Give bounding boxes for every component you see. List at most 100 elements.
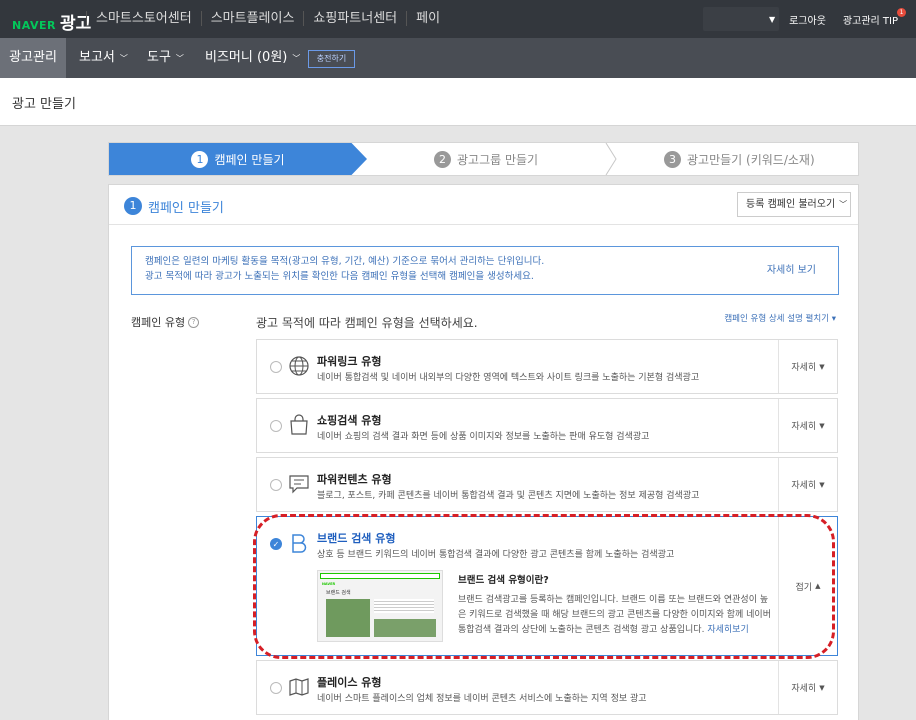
campaign-type-label: 캠페인 유형 ? <box>131 314 200 330</box>
brand-search-collapse-toggle[interactable]: 접기 ▲ <box>778 517 837 655</box>
naver-logo-text: NAVER <box>12 19 56 32</box>
step-2-number: 2 <box>434 150 451 168</box>
top-nav-shopping-partner[interactable]: 쇼핑파트너센터 <box>303 11 406 26</box>
campaign-panel: 1 캠페인 만들기 등록 캠페인 불러오기 ﹀ 캠페인은 일련의 마케팅 활동을 … <box>108 184 859 720</box>
preview-search-bar: NAVER <box>320 573 440 586</box>
chevron-down-icon: ﹀ <box>175 54 184 63</box>
top-nav: 스마트스토어센터 스마트플레이스 쇼핑파트너센터 페이 <box>86 11 449 26</box>
info-line-2: 광고 목적에 따라 광고가 노출되는 위치를 확인한 다음 캠페인 유형을 선택… <box>145 271 534 282</box>
preview-title: 브랜드 검색 <box>326 590 351 596</box>
brand-detail-more-link[interactable]: 자세히보기 <box>707 625 748 635</box>
step-3-ads: 3 광고만들기 (키워드/소재) <box>664 143 815 175</box>
help-icon[interactable]: ? <box>188 316 200 328</box>
brand-detail-line-1: 브랜드 검색광고를 등록하는 캠페인입니다. 브랜드 이름 또는 브랜드와 연관… <box>458 595 769 605</box>
panel-step-number: 1 <box>124 197 142 215</box>
powerlink-title: 파워링크 유형 <box>317 355 382 368</box>
shopping-more-toggle[interactable]: 자세히 ▼ <box>778 399 837 452</box>
chat-content-icon <box>289 475 309 494</box>
globe-icon <box>289 356 309 376</box>
step-1-label: 캠페인 만들기 <box>214 152 285 167</box>
powerlink-more-toggle[interactable]: 자세히 ▼ <box>778 340 837 393</box>
brand-detail-heading: 브랜드 검색 유형이란? <box>458 575 549 586</box>
info-box: 캠페인은 일련의 마케팅 활동을 목적(광고의 유형, 기간, 예산) 기준으로… <box>131 246 839 295</box>
radio-shopping[interactable] <box>270 420 282 432</box>
caret-up-icon: ▲ <box>815 582 821 590</box>
powerlink-desc: 네이버 통합검색 및 네이버 내외부의 다양한 영역에 텍스트와 사이트 링크를… <box>317 373 700 383</box>
shopping-desc: 네이버 쇼핑의 검색 결과 화면 등에 상품 이미지와 정보를 노출하는 판매 … <box>317 432 650 442</box>
top-nav-pay[interactable]: 페이 <box>406 11 449 26</box>
powercontents-more-label: 자세히 <box>791 481 817 491</box>
preview-text-lines <box>374 599 434 613</box>
map-icon <box>289 678 309 696</box>
powerlink-more-label: 자세히 <box>791 363 817 373</box>
info-more-link[interactable]: 자세히 보기 <box>767 263 816 278</box>
step-separator-icon <box>605 143 617 175</box>
main-nav: 광고관리 보고서 ﹀ 도구 ﹀ 비즈머니 (0원) ﹀ <box>0 38 916 78</box>
load-campaign-label: 등록 캠페인 불러오기 <box>746 199 836 210</box>
nav-ad-management-label: 광고관리 <box>9 50 57 65</box>
tip-badge: 1 <box>897 8 906 17</box>
nav-reports-label: 보고서 <box>79 50 115 65</box>
chevron-down-icon: ﹀ <box>292 54 301 63</box>
place-title: 플레이스 유형 <box>317 676 382 689</box>
preview-sub-photos <box>374 619 436 637</box>
top-nav-smartstore[interactable]: 스마트스토어센터 <box>86 11 201 26</box>
brand-search-desc: 상호 등 브랜드 키워드의 네이버 통합검색 결과에 다양한 광고 콘텐츠를 함… <box>317 550 675 560</box>
caret-down-icon: ▼ <box>819 362 825 371</box>
charge-button[interactable]: 충전하기 <box>308 50 355 68</box>
top-right-menu: ▼ 로그아웃 광고관리 TIP 1 <box>769 8 906 27</box>
campaign-type-label-text: 캠페인 유형 <box>131 316 186 329</box>
panel-title: 캠페인 만들기 <box>148 201 224 216</box>
ad-tip-link[interactable]: 광고관리 TIP <box>843 12 898 27</box>
shopping-bag-icon <box>290 414 308 435</box>
step-1-number: 1 <box>191 150 209 168</box>
shopping-title: 쇼핑검색 유형 <box>317 414 382 427</box>
naver-ad-logo[interactable]: NAVER 광고 <box>12 9 91 34</box>
nav-tools[interactable]: 도구 ﹀ <box>147 38 184 78</box>
radio-powerlink[interactable] <box>270 361 282 373</box>
nav-ad-management[interactable]: 광고관리 <box>0 38 66 78</box>
type-detail-toggle-label: 캠페인 유형 상세 설명 펼치기 <box>724 314 830 324</box>
brand-search-title: 브랜드 검색 유형 <box>317 532 396 545</box>
top-bar: NAVER 광고 스마트스토어센터 스마트플레이스 쇼핑파트너센터 페이 ▼ 로… <box>0 0 916 38</box>
brand-detail-line-3: 통합검색 결과의 상단에 노출하는 콘텐츠 검색형 광고 상품입니다. <box>458 625 705 635</box>
chevron-down-icon: ﹀ <box>119 54 128 63</box>
campaign-type-brand-search[interactable]: ✓ 브랜드 검색 유형 상호 등 브랜드 키워드의 네이버 통합검색 결과에 다… <box>256 516 838 656</box>
load-campaign-dropdown[interactable]: 등록 캠페인 불러오기 ﹀ <box>737 192 851 217</box>
nav-bizmoney-label: 비즈머니 (0원) <box>205 50 288 65</box>
powercontents-title: 파워컨텐츠 유형 <box>317 473 392 486</box>
place-more-label: 자세히 <box>791 684 817 694</box>
info-line-1: 캠페인은 일련의 마케팅 활동을 목적(광고의 유형, 기간, 예산) 기준으로… <box>145 256 545 267</box>
step-2-adgroup: 2 광고그룹 만들기 <box>434 143 538 175</box>
nav-bizmoney[interactable]: 비즈머니 (0원) ﹀ <box>205 38 300 78</box>
type-detail-toggle[interactable]: 캠페인 유형 상세 설명 펼치기 ▾ <box>724 312 836 324</box>
account-chevron-icon[interactable]: ▼ <box>769 15 775 24</box>
brand-search-detail: 브랜드 검색 유형이란? 브랜드 검색광고를 등록하는 캠페인입니다. 브랜드 … <box>458 573 778 638</box>
step-3-number: 3 <box>664 150 681 168</box>
top-nav-smartplace[interactable]: 스마트플레이스 <box>200 11 304 26</box>
caret-down-icon: ▾ <box>831 314 836 324</box>
brand-search-preview-image: NAVER 브랜드 검색 <box>317 570 443 642</box>
place-more-toggle[interactable]: 자세히 ▼ <box>778 661 837 714</box>
nav-tools-label: 도구 <box>147 50 171 65</box>
brand-b-icon <box>292 534 307 553</box>
campaign-type-shopping[interactable]: 쇼핑검색 유형 네이버 쇼핑의 검색 결과 화면 등에 상품 이미지와 정보를 … <box>256 398 838 453</box>
step-indicator: 1 캠페인 만들기 2 광고그룹 만들기 3 광고만들기 (키워드/소재) <box>108 142 859 176</box>
radio-place[interactable] <box>270 682 282 694</box>
chevron-down-icon: ﹀ <box>839 200 848 209</box>
caret-down-icon: ▼ <box>819 421 825 430</box>
logout-link[interactable]: 로그아웃 <box>789 12 826 27</box>
campaign-type-instruction: 광고 목적에 따라 캠페인 유형을 선택하세요. <box>256 316 478 330</box>
shopping-more-label: 자세히 <box>791 422 817 432</box>
radio-powercontents[interactable] <box>270 479 282 491</box>
campaign-type-place[interactable]: 플레이스 유형 네이버 스마트 플레이스의 업체 정보를 네이버 콘텐츠 서비스… <box>256 660 838 715</box>
preview-naver-logo: NAVER <box>322 582 336 586</box>
nav-reports[interactable]: 보고서 ﹀ <box>79 38 128 78</box>
radio-brand-search-checked[interactable]: ✓ <box>270 538 282 550</box>
caret-down-icon: ▼ <box>819 683 825 692</box>
step-1-campaign: 1 캠페인 만들기 <box>109 143 367 175</box>
campaign-type-powercontents[interactable]: 파워컨텐츠 유형 블로그, 포스트, 카페 콘텐츠를 네이버 통합검색 결과 및… <box>256 457 838 512</box>
powercontents-more-toggle[interactable]: 자세히 ▼ <box>778 458 837 511</box>
account-name-blurred[interactable] <box>703 7 779 31</box>
campaign-type-powerlink[interactable]: 파워링크 유형 네이버 통합검색 및 네이버 내외부의 다양한 영역에 텍스트와… <box>256 339 838 394</box>
